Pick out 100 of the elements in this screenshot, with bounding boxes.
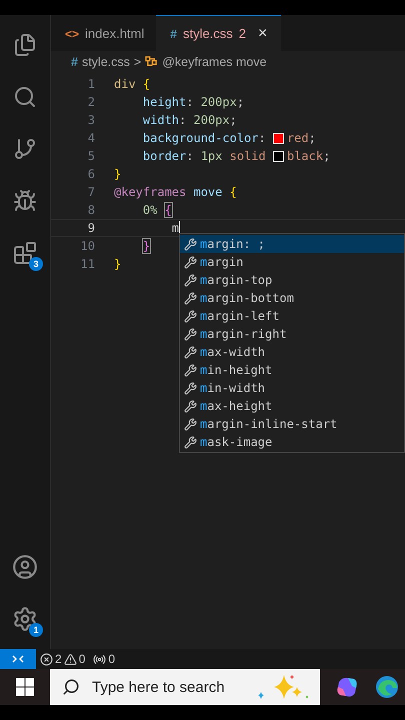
code-token: 200px bbox=[192, 113, 230, 127]
wrench-icon bbox=[184, 310, 197, 322]
suggestion-label: margin: ; bbox=[200, 237, 266, 251]
ports-button[interactable]: 0 bbox=[89, 652, 120, 666]
suggestion-item[interactable]: margin-inline-start bbox=[180, 415, 404, 433]
code-token: { bbox=[164, 203, 172, 217]
breadcrumb-item[interactable]: @keyframes move bbox=[162, 55, 267, 69]
wrench-icon bbox=[184, 256, 197, 268]
remote-icon bbox=[12, 653, 24, 665]
remote-button[interactable] bbox=[0, 649, 36, 669]
wrench-icon bbox=[184, 382, 197, 394]
suggestion-item[interactable]: margin-left bbox=[180, 307, 404, 325]
wrench-icon bbox=[184, 346, 197, 358]
branch-icon bbox=[13, 137, 37, 161]
tab-label: index.html bbox=[85, 26, 144, 41]
suggestion-label: margin-inline-start bbox=[200, 417, 338, 431]
suggestion-label: margin-right bbox=[200, 327, 287, 341]
code-token: 0% bbox=[142, 203, 158, 217]
suggestion-item[interactable]: max-height bbox=[180, 397, 404, 415]
code-token: { bbox=[228, 185, 237, 199]
files-icon bbox=[13, 33, 37, 57]
suggestion-label: min-height bbox=[200, 363, 272, 377]
suggestion-label: max-width bbox=[200, 345, 266, 359]
wrench-icon bbox=[184, 274, 197, 286]
browser-app-icon[interactable] bbox=[374, 674, 400, 700]
error-icon bbox=[40, 652, 53, 666]
color-swatch[interactable] bbox=[272, 132, 284, 144]
wrench-icon bbox=[184, 328, 197, 340]
wrench-icon bbox=[184, 418, 197, 430]
line-number: 2 bbox=[86, 95, 96, 109]
suggestion-item[interactable]: margin: ; bbox=[180, 235, 404, 253]
suggestion-item[interactable]: margin bbox=[180, 253, 404, 271]
code-token: 200px bbox=[200, 95, 237, 109]
code-token: black bbox=[286, 149, 324, 163]
code-token: } bbox=[142, 239, 150, 253]
code-token: ; bbox=[323, 149, 330, 163]
code-token: width bbox=[142, 113, 180, 127]
code-token: solid bbox=[228, 149, 267, 163]
code-token: : bbox=[179, 113, 186, 127]
line-number: 3 bbox=[86, 113, 96, 127]
suggestion-item[interactable]: min-height bbox=[180, 361, 404, 379]
antenna-icon bbox=[93, 652, 106, 666]
suggestion-item[interactable]: max-width bbox=[180, 343, 404, 361]
code-token: : bbox=[258, 131, 267, 145]
file-type-icon: # bbox=[170, 26, 177, 40]
code-token: background-color bbox=[142, 131, 258, 145]
code-token: : bbox=[186, 95, 194, 109]
code-token: @keyframes bbox=[114, 185, 186, 199]
suggestion-label: mask-image bbox=[200, 435, 272, 449]
code-token: height bbox=[142, 95, 186, 109]
line-number: 4 bbox=[86, 131, 96, 145]
suggestion-item[interactable]: min-width bbox=[180, 379, 404, 397]
editor-tab[interactable]: # style.css 2 × bbox=[156, 15, 282, 51]
code-token: ; bbox=[236, 95, 244, 109]
search-bar[interactable]: Type here to search bbox=[50, 669, 320, 705]
warning-icon bbox=[64, 652, 77, 666]
line-number: 6 bbox=[86, 167, 96, 181]
suggestion-label: margin-left bbox=[200, 309, 280, 323]
wrench-icon bbox=[184, 364, 197, 376]
code-token: } bbox=[114, 257, 122, 271]
code-token: red bbox=[286, 131, 309, 145]
suggestion-label: margin bbox=[200, 255, 244, 269]
breadcrumb-separator: > bbox=[134, 55, 142, 69]
suggestion-item[interactable]: mask-image bbox=[180, 433, 404, 451]
close-button[interactable]: × bbox=[256, 24, 270, 42]
settings-icon bbox=[12, 606, 38, 632]
wrench-icon bbox=[184, 238, 197, 250]
code-token: } bbox=[114, 167, 122, 181]
search-icon bbox=[62, 678, 80, 696]
problems-button[interactable]: 2 0 bbox=[36, 652, 90, 666]
suggestion-label: margin-top bbox=[200, 273, 272, 287]
suggestion-label: min-width bbox=[200, 381, 266, 395]
suggestion-item[interactable]: margin-bottom bbox=[180, 289, 404, 307]
wrench-icon bbox=[184, 292, 197, 304]
line-number: 5 bbox=[86, 149, 96, 163]
suggestion-label: max-height bbox=[200, 399, 272, 413]
line-number: 7 bbox=[86, 185, 96, 199]
windows-icon bbox=[16, 678, 34, 696]
file-type-icon: # bbox=[71, 55, 78, 69]
line-number: 10 bbox=[80, 239, 96, 253]
symbol-icon bbox=[145, 56, 158, 68]
bug-icon bbox=[13, 189, 37, 213]
problem-count: 2 bbox=[238, 26, 246, 41]
code-token: m bbox=[170, 221, 180, 235]
code-token: ; bbox=[230, 113, 237, 127]
wrench-icon bbox=[184, 436, 197, 448]
account-icon bbox=[12, 554, 38, 580]
suggestion-item[interactable]: margin-right bbox=[180, 325, 404, 343]
line-number: 1 bbox=[86, 77, 96, 91]
count-badge: 1 bbox=[29, 623, 43, 637]
color-swatch[interactable] bbox=[272, 150, 284, 162]
suggestion-item[interactable]: margin-top bbox=[180, 271, 404, 289]
line-number: 8 bbox=[86, 203, 96, 217]
code-token: move bbox=[192, 185, 222, 199]
code-token: 1px bbox=[200, 149, 222, 163]
line-number: 9 bbox=[86, 221, 96, 235]
suggestion-label: margin-bottom bbox=[200, 291, 294, 305]
count-badge: 3 bbox=[29, 257, 43, 271]
breadcrumb-item[interactable]: style.css bbox=[82, 55, 130, 69]
wrench-icon bbox=[184, 400, 197, 412]
